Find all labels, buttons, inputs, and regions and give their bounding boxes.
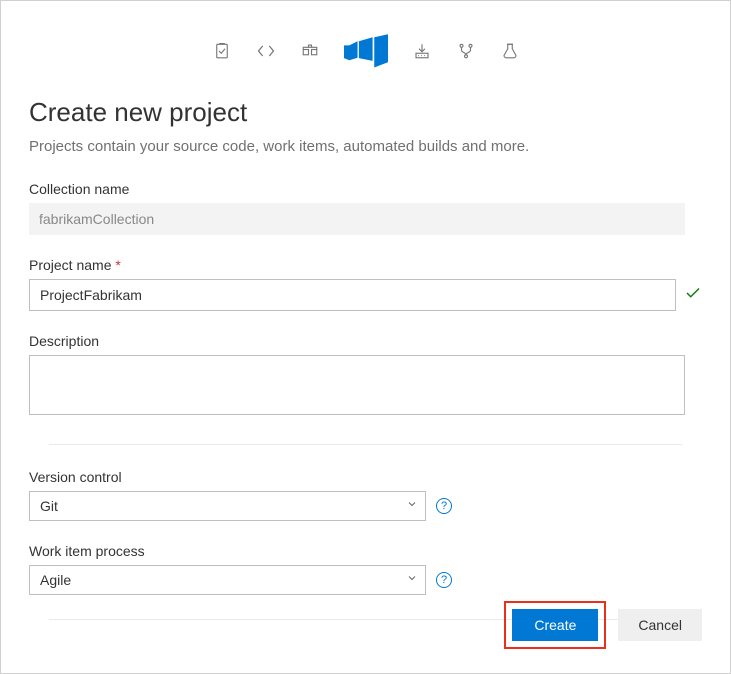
info-icon[interactable]: ? xyxy=(436,498,452,514)
collection-name-label: Collection name xyxy=(29,181,702,197)
page-title: Create new project xyxy=(29,97,702,128)
create-button[interactable]: Create xyxy=(512,609,598,641)
work-item-process-label: Work item process xyxy=(29,543,702,559)
collection-name-input: fabrikamCollection xyxy=(29,203,685,235)
artifacts-icon xyxy=(300,41,320,61)
repos-icon xyxy=(256,41,276,61)
branches-icon xyxy=(456,41,476,61)
required-marker: * xyxy=(115,257,120,273)
info-icon[interactable]: ? xyxy=(436,572,452,588)
version-control-select[interactable]: Git xyxy=(29,491,426,521)
work-item-process-select[interactable]: Agile xyxy=(29,565,426,595)
description-input[interactable] xyxy=(29,355,685,415)
version-control-label: Version control xyxy=(29,469,702,485)
description-label: Description xyxy=(29,333,702,349)
create-button-highlight: Create xyxy=(504,601,606,649)
azure-devops-logo-icon xyxy=(344,29,388,73)
boards-icon xyxy=(212,41,232,61)
button-row: Create Cancel xyxy=(476,601,730,649)
test-plans-icon xyxy=(500,41,520,61)
cancel-button[interactable]: Cancel xyxy=(618,609,702,641)
divider xyxy=(49,444,682,445)
page-subtitle: Projects contain your source code, work … xyxy=(29,138,702,155)
service-icon-row xyxy=(1,1,730,83)
project-name-input[interactable] xyxy=(29,279,676,311)
checkmark-icon xyxy=(684,284,702,307)
pipelines-icon xyxy=(412,41,432,61)
project-name-label: Project name * xyxy=(29,257,702,273)
